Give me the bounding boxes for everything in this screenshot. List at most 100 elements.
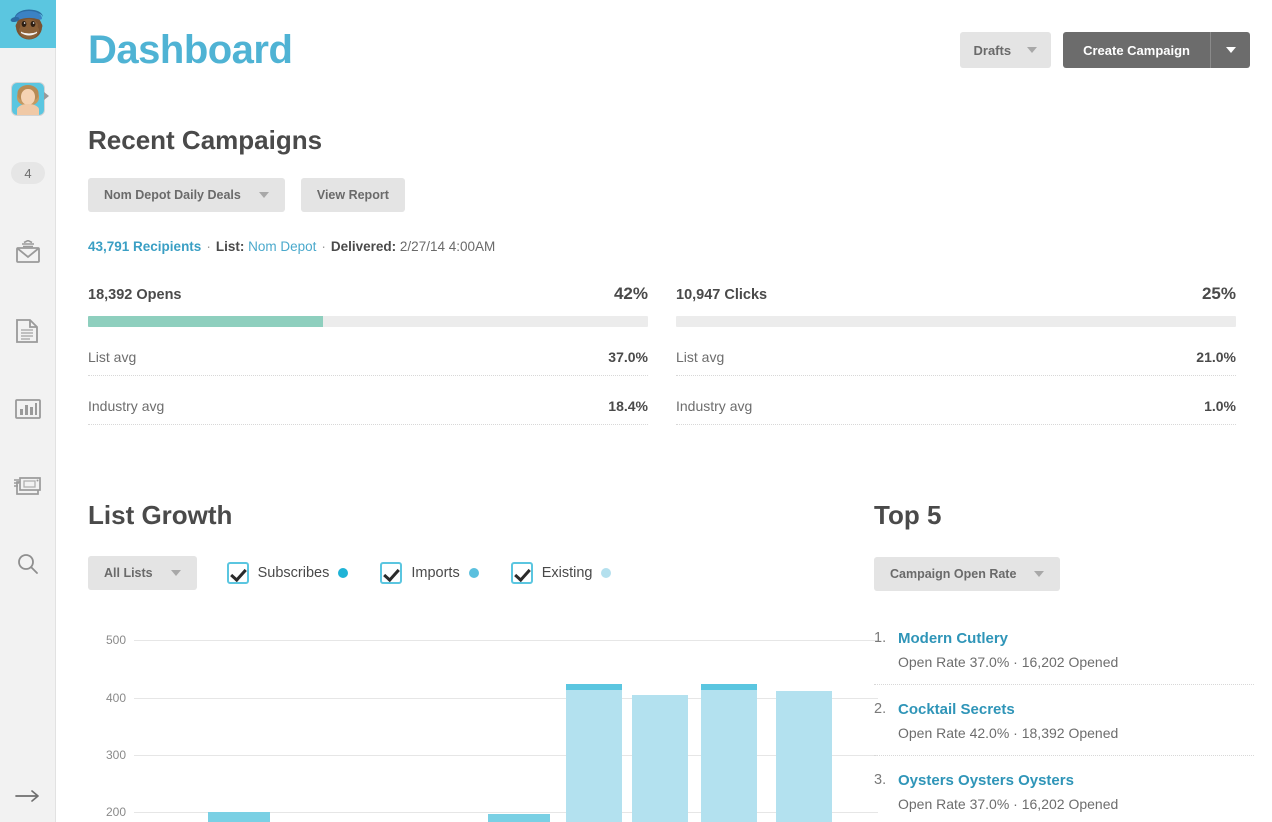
checkbox-subscribes[interactable] [227,562,249,584]
top5-metric-label: Campaign Open Rate [890,567,1016,581]
chart-bar [566,684,622,822]
top5-campaign-detail: Open Rate 42.0% · 18,392 Opened [898,725,1118,741]
opens-percent: 42% [614,284,648,304]
filter-existing-label: Existing [542,565,593,581]
create-campaign-button[interactable]: Create Campaign [1063,32,1210,68]
top5-campaign-detail: Open Rate 37.0% · 16,202 Opened [898,796,1118,812]
top5-campaign-link[interactable]: Modern Cutlery [898,630,1118,647]
chart-bar [632,695,688,822]
header-actions: Drafts Create Campaign [960,32,1251,68]
chart-bar [701,684,757,822]
recipients-link[interactable]: 43,791 Recipients [88,239,201,254]
campaign-selector-dropdown[interactable]: Nom Depot Daily Deals [88,178,285,212]
campaign-meta: 43,791 Recipients·List: Nom Depot·Delive… [88,239,495,254]
campaign-selector-label: Nom Depot Daily Deals [104,188,241,202]
sidebar: 4 [0,0,56,822]
chart-bar-segment-existing [208,812,270,822]
list-growth-heading: List Growth [88,500,232,531]
clicks-progress-bar [676,316,1236,327]
filter-subscribes[interactable]: Subscribes [227,562,349,584]
dashboard-page: 4 [0,0,1272,822]
search-icon[interactable] [0,544,56,584]
clicks-industry-avg-row: Industry avg 1.0% [676,376,1236,425]
chart-bar-segment-existing [566,690,622,822]
top5-campaign-link[interactable]: Oysters Oysters Oysters [898,772,1118,789]
filter-imports[interactable]: Imports [380,562,478,584]
opens-industry-avg-value: 18.4% [608,398,648,414]
checkbox-imports[interactable] [380,562,402,584]
filter-existing-color-dot [601,568,611,578]
mailchimp-freddie-logo[interactable] [0,0,56,48]
chart-bar-segment-existing [701,690,757,822]
drafts-button[interactable]: Drafts [960,32,1052,68]
page-title: Dashboard [88,28,292,73]
chevron-down-icon [1027,47,1037,53]
list-item[interactable]: 1. Modern Cutlery Open Rate 37.0% · 16,2… [874,630,1254,685]
list-label: List: [216,239,245,254]
filter-imports-color-dot [469,568,479,578]
filter-subscribes-color-dot [338,568,348,578]
list-name-link[interactable]: Nom Depot [248,239,316,254]
top5-campaign-link[interactable]: Cocktail Secrets [898,701,1118,718]
chart-y-tick-label: 500 [88,633,126,647]
opens-progress-bar [88,316,648,327]
lists-document-icon[interactable] [0,311,56,351]
chart-bars [134,622,878,822]
opens-stat-block: 18,392 Opens 42% List avg 37.0% Industry… [88,284,648,425]
clicks-industry-avg-value: 1.0% [1204,398,1236,414]
all-lists-dropdown[interactable]: All Lists [88,556,197,590]
checkbox-existing[interactable] [511,562,533,584]
opens-list-avg-label: List avg [88,349,136,365]
chart-bar-segment-existing [488,814,550,822]
list-item[interactable]: 3. Oysters Oysters Oysters Open Rate 37.… [874,772,1254,822]
top5-campaign-detail: Open Rate 37.0% · 16,202 Opened [898,654,1118,670]
notification-badge[interactable]: 4 [11,162,45,184]
campaigns-envelope-icon[interactable] [0,232,56,272]
chart-bar [776,691,832,822]
clicks-stat-block: 10,947 Clicks 25% List avg 21.0% Industr… [676,284,1236,425]
recent-campaigns-heading: Recent Campaigns [88,125,322,156]
opens-list-avg-row: List avg 37.0% [88,327,648,376]
filter-imports-label: Imports [411,565,459,581]
recent-campaigns-controls: Nom Depot Daily Deals View Report [88,178,405,212]
clicks-industry-avg-label: Industry avg [676,398,752,414]
chart-bar [488,814,550,822]
chart-bar-segment-existing [776,691,832,822]
list-growth-controls: All Lists Subscribes Imports Existing [88,556,611,590]
create-campaign-dropdown-button[interactable] [1210,32,1250,68]
avatar-image [11,82,45,116]
separator: · [321,239,326,254]
opens-industry-avg-label: Industry avg [88,398,164,414]
filter-existing[interactable]: Existing [511,562,612,584]
main-content: Dashboard Drafts Create Campaign Recent … [56,0,1272,822]
chevron-down-icon [1034,571,1044,577]
expand-arrow-icon[interactable] [0,776,56,816]
clicks-list-avg-value: 21.0% [1196,349,1236,365]
all-lists-label: All Lists [104,566,153,580]
create-campaign-group: Create Campaign [1063,32,1250,68]
opens-progress-fill [88,316,323,327]
opens-label: 18,392 Opens [88,287,182,303]
drafts-label: Drafts [974,43,1012,58]
chevron-down-icon [259,192,269,198]
list-item[interactable]: 2. Cocktail Secrets Open Rate 42.0% · 18… [874,701,1254,756]
top5-heading: Top 5 [874,500,941,531]
view-report-button[interactable]: View Report [301,178,405,212]
avatar-expand-caret-icon[interactable] [44,92,49,100]
chart-bar [208,812,270,822]
chevron-down-icon [1226,47,1236,53]
delivered-value: 2/27/14 4:00AM [400,239,495,254]
top5-metric-dropdown[interactable]: Campaign Open Rate [874,557,1060,591]
opens-industry-avg-row: Industry avg 18.4% [88,376,648,425]
reports-chart-icon[interactable] [0,389,56,429]
top5-rank: 3. [874,772,890,812]
templates-icon[interactable] [0,466,56,506]
opens-list-avg-value: 37.0% [608,349,648,365]
clicks-list-avg-row: List avg 21.0% [676,327,1236,376]
top5-rank: 2. [874,701,890,741]
separator: · [206,239,211,254]
clicks-label: 10,947 Clicks [676,287,767,303]
chart-y-tick-label: 200 [88,805,126,819]
chart-bar-segment-existing [632,695,688,822]
freddie-monkey-icon [8,6,48,42]
